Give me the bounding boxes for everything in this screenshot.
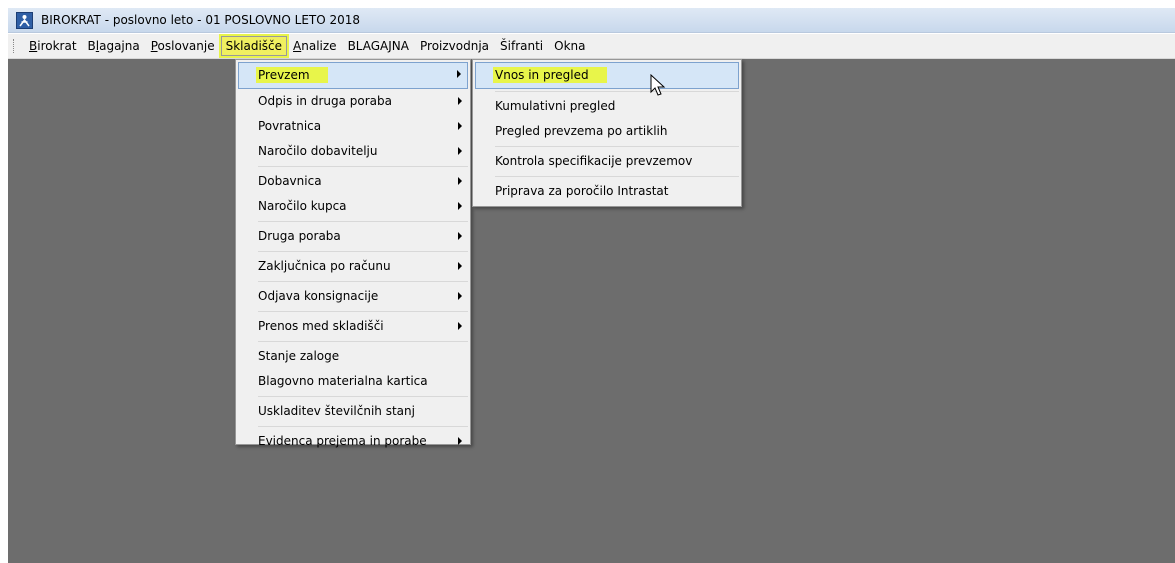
menu-item-label: Kontrola specifikacije prevzemov [495,154,693,168]
skladisce-dropdown-menu: Prevzem Odpis in druga poraba Povratnica Na… [235,59,471,448]
prevzem-item-vnos-in-pregled[interactable]: Vnos in pregled [475,62,739,89]
skladisce-item-povratnica[interactable]: Povratnica [236,114,470,139]
submenu-arrow-icon [457,70,461,78]
menu-separator [258,396,468,397]
skladisce-item-narocilo-kupca[interactable]: Naročilo kupca [236,194,470,219]
menu-separator [258,281,468,282]
menu-item-label: Blagovno materialna kartica [258,374,428,388]
menu-okna[interactable]: Okna [549,36,590,56]
menu-item-label: Povratnica [258,119,322,133]
menu-birokrat[interactable]: Birokrat [24,36,82,56]
menu-item-label: Prevzem [256,67,328,83]
menu-item-label: Zaključnica po računu [258,259,391,273]
menu-analize[interactable]: Analize [288,36,342,56]
skladisce-item-narocilo-dobavitelju[interactable]: Naročilo dobavitelju [236,139,470,164]
skladisce-item-druga-poraba[interactable]: Druga poraba [236,224,470,249]
menu-item-label: Kumulativni pregled [495,99,616,113]
menu-item-label: Prenos med skladišči [258,319,384,333]
menu-separator [258,166,468,167]
prevzem-item-kumulativni-pregled[interactable]: Kumulativni pregled [473,94,741,119]
menu-item-label: Priprava za poročilo Intrastat [495,184,669,198]
title-bar: BIROKRAT - poslovno leto - 01 POSLOVNO L… [8,8,1175,33]
menu-separator [495,146,739,147]
menu-item-label: Odpis in druga poraba [258,94,392,108]
app-logo-icon[interactable] [16,11,33,29]
menu-separator [258,341,468,342]
prevzem-submenu: Vnos in pregled Kumulativni pregled Pregle… [472,59,742,207]
menu-separator [258,311,468,312]
skladisce-item-dobavnica[interactable]: Dobavnica [236,169,470,194]
menu-skladisce[interactable]: Skladišče [220,36,288,56]
skladisce-item-uskladitev-stevilcnih-stanj[interactable]: Uskladitev številčnih stanj [236,399,470,424]
prevzem-item-priprava-za-porocilo-intrastat[interactable]: Priprava za poročilo Intrastat [473,179,741,204]
menu-poslovanje[interactable]: Poslovanje [146,36,220,56]
submenu-arrow-icon [458,147,462,155]
toolbar-grip[interactable] [13,39,16,53]
menu-separator [258,426,468,427]
menu-item-label: Druga poraba [258,229,341,243]
skladisce-item-odjava-konsignacije[interactable]: Odjava konsignacije [236,284,470,309]
skladisce-item-prenos-med-skladisci[interactable]: Prenos med skladišči [236,314,470,339]
mouse-cursor-icon [650,74,666,96]
menu-item-label: Dobavnica [258,174,322,188]
menu-separator [258,221,468,222]
menu-item-label: Evidenca prejema in porabe [258,434,427,448]
skladisce-item-zakljucnica-po-racunu[interactable]: Zaključnica po računu [236,254,470,279]
menu-item-label: Naročilo dobavitelju [258,144,378,158]
menu-sifranti[interactable]: Šifranti [495,36,548,56]
submenu-arrow-icon [458,177,462,185]
prevzem-item-pregled-prevzema-po-artiklih[interactable]: Pregled prevzema po artiklih [473,119,741,144]
menu-item-label: Stanje zaloge [258,349,340,363]
skladisce-item-stanje-zaloge[interactable]: Stanje zaloge [236,344,470,369]
menu-item-label: Naročilo kupca [258,199,347,213]
skladisce-item-evidenca-prejema-in-porabe[interactable]: Evidenca prejema in porabe [236,429,470,454]
menu-item-label: Pregled prevzema po artiklih [495,124,668,138]
submenu-arrow-icon [458,437,462,445]
menu-separator [495,91,739,92]
menu-item-label: Uskladitev številčnih stanj [258,404,415,418]
submenu-arrow-icon [458,232,462,240]
menu-item-label: Vnos in pregled [493,67,607,83]
skladisce-item-blagovno-materialna-kartica[interactable]: Blagovno materialna kartica [236,369,470,394]
prevzem-item-kontrola-specifikacije-prevzemov[interactable]: Kontrola specifikacije prevzemov [473,149,741,174]
submenu-arrow-icon [458,292,462,300]
menu-proizvodnja[interactable]: Proizvodnja [415,36,494,56]
menu-bar: Birokrat Blagajna Poslovanje Skladišče Anali… [8,34,1175,59]
submenu-arrow-icon [458,122,462,130]
menu-item-label: Odjava konsignacije [258,289,379,303]
menu-blagajna[interactable]: BLAGAJNA [343,36,414,56]
submenu-arrow-icon [458,322,462,330]
skladisce-item-prevzem[interactable]: Prevzem [238,62,468,89]
submenu-arrow-icon [458,97,462,105]
menu-separator [495,176,739,177]
menu-blagajna[interactable]: Blagajna [83,36,145,56]
window-title: BIROKRAT - poslovno leto - 01 POSLOVNO L… [41,13,361,27]
submenu-arrow-icon [458,262,462,270]
menu-separator [258,251,468,252]
submenu-arrow-icon [458,202,462,210]
skladisce-item-odpis-in-druga-poraba[interactable]: Odpis in druga poraba [236,89,470,114]
